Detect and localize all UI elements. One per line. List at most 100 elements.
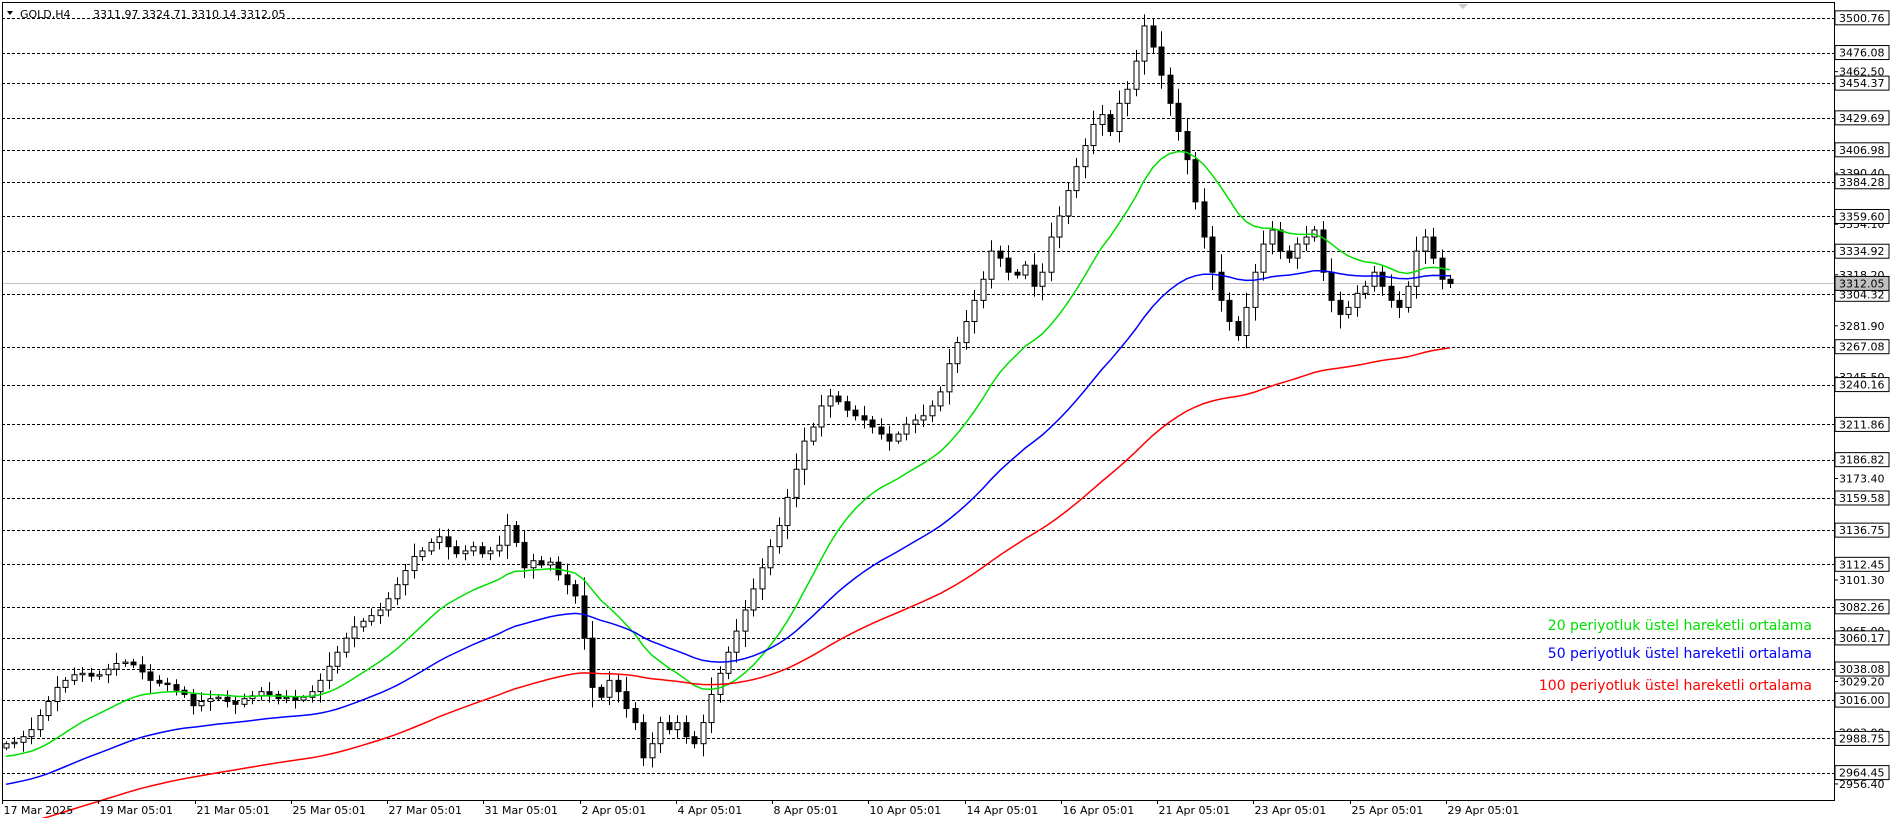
candle-body [895, 433, 902, 442]
candle-body [946, 363, 953, 393]
candle-body [513, 525, 520, 543]
candle-body [683, 722, 690, 738]
candle-body [343, 637, 350, 653]
candle-body [1175, 102, 1182, 132]
candle-body [1107, 114, 1114, 132]
candle-body [1286, 250, 1293, 259]
candle-body [173, 684, 180, 691]
candle-body [912, 419, 919, 425]
candle-body [886, 433, 893, 442]
candle-body [45, 700, 52, 717]
candle-body [453, 546, 460, 555]
candle-body [37, 715, 44, 731]
candle-body [1430, 236, 1437, 259]
level-tag-label: 3112.45 [1839, 558, 1885, 571]
candle-body [1371, 271, 1378, 287]
level-tag-label: 3429.69 [1839, 112, 1885, 125]
candle-body [1422, 236, 1429, 252]
candle-body [674, 722, 681, 731]
candle-body [326, 665, 333, 681]
time-axis: 17 Mar 2025 19 Mar 05:01 21 Mar 05:01 25 Ma… [2, 800, 1519, 817]
candle-body [1447, 278, 1454, 284]
candle-body [700, 722, 707, 745]
level-tag-label: 3359.60 [1839, 210, 1885, 223]
candle-body [1337, 299, 1344, 315]
level-tag-label: 3136.75 [1839, 524, 1885, 537]
candle-body [869, 419, 876, 428]
candle-body [445, 536, 452, 548]
candle-body [1141, 25, 1148, 62]
level-tag-label: 3060.17 [1839, 632, 1885, 645]
indicator-legend: 20 periyotluk üstel hareketli ortalama 5… [1539, 618, 1812, 694]
candle-body [1022, 264, 1029, 276]
candle-body [547, 561, 554, 566]
price-axis: 3462.503390.403354.103318.203281.903245.… [1834, 10, 1890, 791]
level-tag-label: 2964.45 [1839, 767, 1885, 780]
candle-body [555, 561, 562, 576]
candle-body [997, 250, 1004, 259]
candle-body [79, 672, 86, 676]
candle-body [1116, 102, 1123, 132]
candle-body [980, 278, 987, 301]
candle-body [1005, 257, 1012, 273]
current-price-tag-label: 3312.05 [1839, 277, 1885, 290]
menu-triangle-icon[interactable] [7, 11, 13, 15]
candle-body [1039, 271, 1046, 287]
candle-body [615, 679, 622, 693]
level-tag-label: 3038.08 [1839, 663, 1885, 676]
candle-body [937, 391, 944, 407]
candle-body [1252, 271, 1259, 308]
candle-body [207, 698, 214, 702]
candle-body [572, 584, 579, 597]
candle-body [487, 550, 494, 555]
candle-body [793, 468, 800, 498]
candle-body [1269, 229, 1276, 245]
candle-body [377, 609, 384, 617]
candle-body [1201, 201, 1208, 238]
chart-area[interactable]: 3462.503390.403354.103318.203281.903245.… [0, 0, 1897, 822]
candlestick-chart[interactable]: 3462.503390.403354.103318.203281.903245.… [0, 0, 1897, 822]
candle-body [725, 651, 732, 674]
candle-body [538, 560, 545, 566]
level-tag-label: 3267.08 [1839, 341, 1885, 354]
candle-body [801, 440, 808, 470]
candle-body [156, 679, 163, 684]
scroll-marker-icon[interactable] [1458, 4, 1468, 9]
candle-body [1133, 60, 1140, 90]
candle-body [28, 729, 35, 738]
candle-body [20, 736, 27, 743]
candle-body [632, 708, 639, 724]
candle-body [1124, 88, 1131, 104]
candle-body [929, 405, 936, 417]
candle-body [1413, 250, 1420, 287]
x-tick-label: 31 Mar 05:01 [485, 804, 558, 817]
candle-body [640, 722, 647, 759]
candle-body [11, 741, 18, 745]
level-tag-label: 3211.86 [1839, 418, 1885, 431]
candle-body [733, 630, 740, 653]
y-tick-label: 3173.40 [1839, 473, 1885, 486]
candle-body [232, 700, 239, 705]
candle-body [1226, 299, 1233, 322]
candle-body [750, 588, 757, 611]
candle-body [436, 536, 443, 543]
candle-body [581, 595, 588, 639]
candle-body [530, 560, 537, 569]
candle-body [666, 722, 673, 731]
candle-body [241, 698, 248, 705]
candle-body [130, 661, 137, 666]
candle-body [1099, 114, 1106, 125]
x-tick-label: 17 Mar 2025 [4, 804, 74, 817]
legend-ema-50: 50 periyotluk üstel hareketli ortalama [1548, 646, 1812, 662]
candle-body [606, 679, 613, 698]
candle-body [394, 584, 401, 600]
y-tick-label: 3281.90 [1839, 320, 1885, 333]
candle-body [1354, 292, 1361, 308]
level-tag-label: 3240.16 [1839, 379, 1885, 392]
candle-body [105, 668, 112, 676]
candle-body [844, 401, 851, 411]
candle-body [224, 696, 231, 702]
x-tick-label: 16 Apr 05:01 [1063, 804, 1135, 817]
level-tag-label: 3406.98 [1839, 144, 1885, 157]
candle-body [122, 661, 129, 664]
